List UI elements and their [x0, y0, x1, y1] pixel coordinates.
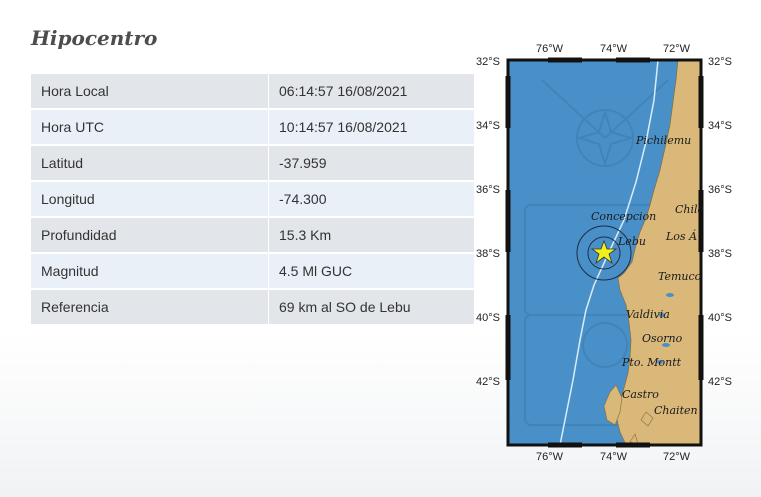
- row-value: 4.5 Ml GUC: [268, 253, 475, 290]
- row-label: Referencia: [31, 289, 269, 326]
- row-label: Hora UTC: [31, 109, 269, 146]
- place-label: Pichilemu: [635, 134, 691, 147]
- place-label: Concepcion: [591, 210, 656, 223]
- row-label: Longitud: [31, 181, 269, 218]
- bottom-tick-label: 72°W: [663, 451, 691, 463]
- left-tick-label: 40°S: [476, 312, 500, 324]
- place-label: Chile: [675, 203, 705, 216]
- place-label: Temuco: [658, 270, 702, 283]
- table-row: Hora UTC 10:14:57 16/08/2021: [31, 109, 475, 146]
- place-label: Lebu: [617, 235, 646, 248]
- right-tick-label: 34°S: [708, 120, 732, 132]
- right-tick-label: 36°S: [708, 184, 732, 196]
- table-row: Profundidad 15.3 Km: [31, 217, 475, 254]
- top-tick-label: 72°W: [663, 43, 691, 55]
- bottom-tick-label: 74°W: [600, 451, 628, 463]
- table-row: Longitud -74.300: [31, 181, 475, 218]
- place-label: Chaiten: [654, 404, 698, 417]
- left-tick-label: 42°S: [476, 376, 500, 388]
- hypocenter-table: Hora Local 06:14:57 16/08/2021 Hora UTC …: [31, 74, 475, 326]
- row-label: Hora Local: [31, 74, 269, 110]
- place-label: Osorno: [642, 332, 683, 345]
- table-row: Magnitud 4.5 Ml GUC: [31, 253, 475, 290]
- place-label: Castro: [622, 388, 659, 401]
- row-value: 15.3 Km: [268, 217, 475, 254]
- right-tick-label: 40°S: [708, 312, 732, 324]
- row-label: Magnitud: [31, 253, 269, 290]
- top-tick-label: 74°W: [600, 43, 628, 55]
- table-row: Referencia 69 km al SO de Lebu: [31, 289, 475, 326]
- row-label: Latitud: [31, 145, 269, 182]
- row-value: 10:14:57 16/08/2021: [268, 109, 475, 146]
- epicenter-map: Pichilemu Chile Concepcion Los Á Lebu Te…: [470, 40, 761, 470]
- place-label: Valdivia: [626, 308, 670, 321]
- left-tick-label: 38°S: [476, 248, 500, 260]
- row-value: 06:14:57 16/08/2021: [268, 74, 475, 110]
- section-title: Hipocentro: [31, 26, 158, 50]
- left-tick-label: 34°S: [476, 120, 500, 132]
- right-tick-label: 38°S: [708, 248, 732, 260]
- left-tick-label: 36°S: [476, 184, 500, 196]
- row-value: -74.300: [268, 181, 475, 218]
- place-label: Pto. Montt: [621, 356, 682, 369]
- right-tick-label: 32°S: [708, 56, 732, 68]
- table-row: Hora Local 06:14:57 16/08/2021: [31, 74, 475, 110]
- bottom-tick-label: 76°W: [536, 451, 564, 463]
- left-tick-label: 32°S: [476, 56, 500, 68]
- top-tick-label: 76°W: [536, 43, 564, 55]
- row-value: -37.959: [268, 145, 475, 182]
- row-value: 69 km al SO de Lebu: [268, 289, 475, 326]
- right-tick-label: 42°S: [708, 376, 732, 388]
- table-row: Latitud -37.959: [31, 145, 475, 182]
- row-label: Profundidad: [31, 217, 269, 254]
- place-label: Los Á: [665, 229, 697, 243]
